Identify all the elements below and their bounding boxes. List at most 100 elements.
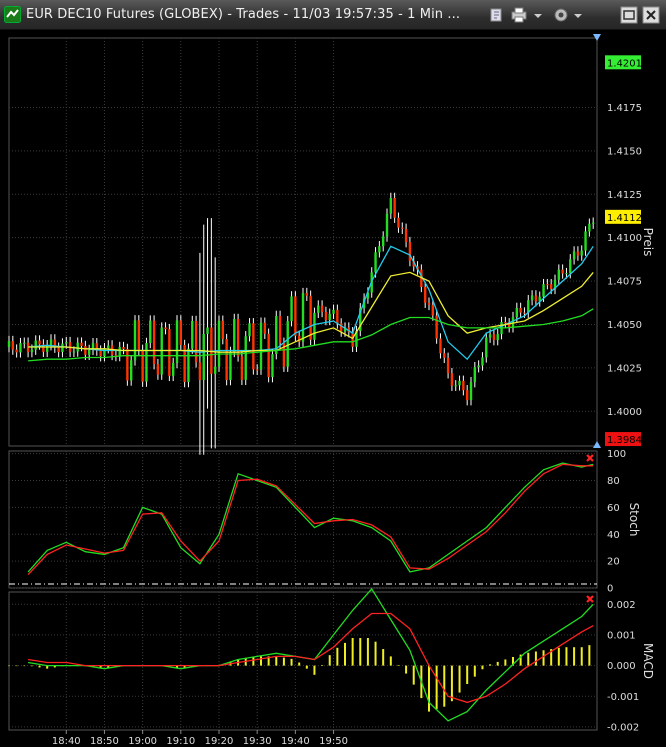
chart-area[interactable]: 1.4175 1.4150 1.4125 1.4100 1.4075 1.4050 1.40…	[0, 31, 666, 747]
candle-body	[141, 350, 144, 382]
macd-histogram-bar	[504, 659, 507, 666]
macd-tick-label: 0.000	[607, 661, 636, 672]
macd-histogram-bar	[481, 665, 484, 670]
candle-body	[454, 385, 457, 387]
candle-body	[530, 295, 534, 301]
candle-body	[309, 295, 312, 340]
candle-body	[206, 327, 209, 334]
candle-body	[549, 284, 553, 289]
macd-tick-label: -0.001	[607, 692, 639, 703]
candle-body	[133, 320, 137, 361]
candle-body	[381, 236, 385, 247]
trading-chart[interactable]: 1.4175 1.4150 1.4125 1.4100 1.4075 1.4050 1.40…	[0, 31, 666, 747]
stoch-tick-label: 60	[607, 503, 620, 514]
candle-body	[576, 251, 580, 256]
candle-body	[492, 334, 496, 341]
time-tick-label: 19:40	[281, 736, 310, 747]
candle-body	[393, 197, 396, 218]
candle-body	[496, 334, 499, 341]
candle-body	[164, 327, 167, 330]
time-tick-label: 19:20	[205, 736, 234, 747]
macd-histogram-bar	[298, 662, 301, 666]
price-tick-label: 1.4025	[607, 363, 642, 374]
candle-body	[45, 345, 49, 352]
dropdown-icon[interactable]	[532, 6, 544, 24]
stoch-tick-label: 40	[607, 530, 620, 541]
macd-histogram-bar	[473, 665, 476, 677]
candle-body	[431, 304, 435, 316]
close-icon[interactable]	[642, 6, 660, 24]
macd-tick-label: 0.001	[607, 630, 636, 641]
macd-histogram-bar	[542, 650, 545, 666]
candle-body	[305, 293, 309, 296]
price-tick-label: 1.4000	[607, 407, 642, 418]
candle-body	[107, 345, 110, 349]
macd-histogram-bar	[443, 665, 446, 707]
macd-tick-label: -0.002	[607, 722, 639, 733]
restore-icon[interactable]	[620, 6, 638, 24]
macd-histogram-bar	[260, 656, 262, 666]
macd-histogram-bar	[489, 664, 492, 666]
macd-histogram-bar	[580, 647, 583, 666]
price-badge-label: 1.3984	[607, 435, 642, 446]
candle-body	[248, 323, 251, 337]
macd-histogram-bar	[290, 658, 293, 666]
window-titlebar[interactable]: EUR DEC10 Futures (GLOBEX) - Trades - 11…	[0, 0, 666, 30]
macd-axis-label: MACD	[641, 643, 655, 679]
candle-body	[38, 340, 41, 345]
macd-histogram-bar	[328, 655, 331, 666]
dropdown-icon-2[interactable]	[572, 6, 584, 24]
candle-body	[213, 366, 217, 374]
candle-body	[229, 351, 232, 381]
candle-body	[34, 340, 37, 350]
candle-body	[374, 252, 377, 273]
candle-body	[11, 341, 15, 350]
macd-histogram-bar	[366, 638, 369, 666]
macd-histogram-bar	[282, 657, 285, 666]
candle-body	[320, 305, 324, 312]
window-title: EUR DEC10 Futures (GLOBEX) - Trades - 11…	[26, 7, 461, 22]
price-badge-label: 1.4112	[607, 213, 642, 224]
candle-body	[427, 302, 431, 305]
candle-body	[465, 390, 469, 401]
candle-body	[152, 320, 156, 365]
candle-body	[313, 312, 316, 340]
settings-icon[interactable]	[552, 6, 570, 24]
price-tick-label: 1.4125	[607, 190, 642, 201]
macd-histogram-bar	[557, 647, 560, 666]
candle-body	[271, 354, 274, 378]
candle-body	[332, 309, 335, 314]
macd-histogram-bar	[397, 664, 400, 666]
candle-body	[49, 339, 53, 346]
price-tick-label: 1.4175	[607, 103, 642, 114]
candle-body	[122, 347, 125, 350]
candle-body	[255, 369, 259, 371]
panel-frame-0	[8, 37, 598, 447]
macd-histogram-bar	[428, 665, 430, 712]
candle-body	[351, 332, 354, 347]
price-tick-label: 1.4100	[607, 233, 642, 244]
candle-body	[171, 362, 175, 376]
time-tick-label: 19:50	[319, 736, 348, 747]
candle-body	[15, 349, 18, 353]
candle-body	[389, 197, 393, 214]
candle-body	[187, 348, 190, 383]
macd-histogram-bar	[344, 642, 346, 666]
candle-body	[221, 320, 225, 340]
macd-tick-label: 0.002	[607, 600, 636, 611]
candle-body	[80, 342, 83, 347]
candle-body	[87, 349, 91, 355]
candle-body	[588, 223, 591, 232]
candle-body	[569, 259, 572, 274]
print-icon[interactable]	[510, 6, 528, 24]
candle-body	[286, 321, 289, 367]
macd-histogram-bar	[496, 661, 499, 666]
macd-histogram-bar	[382, 649, 385, 666]
candle-body	[336, 309, 339, 324]
time-tick-label: 18:40	[52, 736, 81, 747]
stoch-tick-label: 100	[607, 449, 626, 460]
candle-body	[401, 227, 404, 229]
macd-histogram-bar	[405, 665, 408, 674]
pin-icon[interactable]	[488, 6, 506, 24]
candle-body	[290, 296, 293, 322]
